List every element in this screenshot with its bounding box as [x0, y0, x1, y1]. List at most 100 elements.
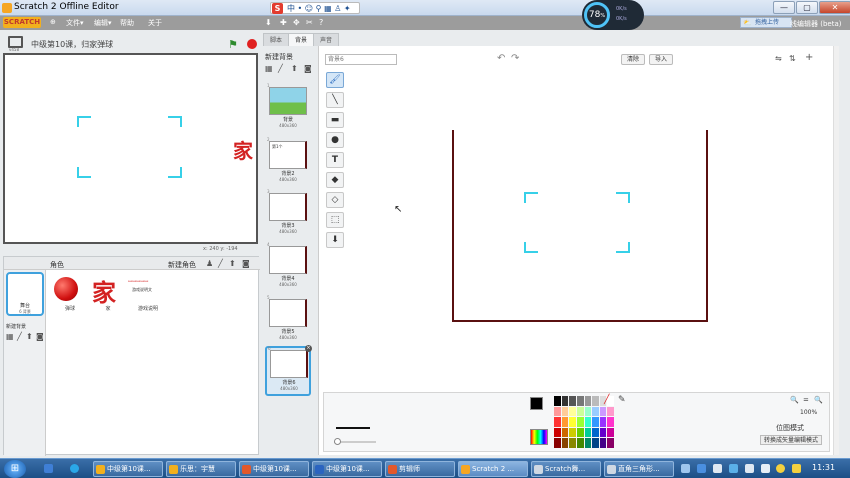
- maximize-button[interactable]: ▢: [796, 1, 818, 14]
- tray-icon[interactable]: [713, 464, 722, 473]
- set-center-icon[interactable]: +: [805, 52, 813, 63]
- taskbar-item[interactable]: 中级第10课...: [93, 461, 163, 477]
- palette-swatch[interactable]: [561, 417, 569, 427]
- help-icon[interactable]: ?: [319, 18, 323, 27]
- palette-swatch[interactable]: [576, 427, 584, 438]
- clock[interactable]: 11:31: [812, 463, 835, 472]
- taskbar-item[interactable]: 直角三角形...: [604, 461, 674, 477]
- paint-backdrop-icon[interactable]: ╱: [278, 64, 283, 73]
- paint-sprite-icon[interactable]: ╱: [218, 259, 223, 268]
- taskbar-item[interactable]: Scratch舞...: [531, 461, 601, 477]
- palette-swatch[interactable]: [584, 427, 592, 438]
- tab-scripts[interactable]: 脚本: [263, 33, 290, 46]
- menu-about[interactable]: 关于: [148, 18, 162, 28]
- primary-color-swatch[interactable]: [530, 397, 543, 410]
- slider-knob[interactable]: [334, 438, 341, 445]
- stroke-width-slider[interactable]: [334, 438, 376, 445]
- fill-tool[interactable]: ◆: [326, 172, 344, 188]
- text-tool[interactable]: T: [326, 152, 344, 168]
- redo-button[interactable]: ↷: [511, 53, 519, 64]
- backdrop-library-icon[interactable]: ▦: [6, 332, 14, 341]
- paint-canvas[interactable]: [452, 130, 708, 322]
- palette-swatch[interactable]: [569, 417, 576, 427]
- palette-swatch[interactable]: [561, 438, 569, 448]
- palette-swatch[interactable]: [569, 396, 576, 406]
- palette-swatch[interactable]: [554, 438, 561, 448]
- drag-upload-button[interactable]: ⛅ 拖拽上传: [740, 17, 792, 28]
- backdrop-item[interactable]: 4 背景4 480x360: [265, 242, 311, 293]
- palette-swatch[interactable]: [607, 438, 614, 448]
- project-title[interactable]: 中级第10课，归家弹球: [31, 39, 113, 50]
- stage-thumbnail[interactable]: 舞台 6 背景: [6, 272, 44, 316]
- color-spectrum[interactable]: [530, 429, 548, 445]
- backdrop-name-input[interactable]: 背景6: [325, 54, 397, 65]
- sprite-library-icon[interactable]: ♟: [206, 259, 213, 268]
- upload-backdrop-icon[interactable]: ⬆: [26, 332, 33, 341]
- palette-swatch[interactable]: [607, 417, 614, 427]
- home-sprite[interactable]: 家: [233, 135, 253, 164]
- upload-sprite-icon[interactable]: ⬆: [229, 259, 236, 268]
- minimize-button[interactable]: —: [773, 1, 795, 14]
- zoom-in-icon[interactable]: 🔍: [814, 396, 823, 404]
- palette-swatch[interactable]: [576, 396, 584, 406]
- palette-swatch[interactable]: [554, 427, 561, 438]
- menu-edit[interactable]: 编辑▾: [94, 18, 112, 28]
- palette-swatch[interactable]: [584, 438, 592, 448]
- taskbar-item[interactable]: 乐思：宇慧: [166, 461, 236, 477]
- menu-file[interactable]: 文件▾: [66, 18, 84, 28]
- palette-swatch[interactable]: [592, 396, 599, 406]
- zoom-reset-button[interactable]: =: [803, 396, 809, 404]
- palette-swatch[interactable]: [584, 406, 592, 417]
- paint-backdrop-icon[interactable]: ╱: [17, 332, 22, 341]
- palette-swatch[interactable]: [592, 427, 599, 438]
- no-color-icon[interactable]: ╱: [604, 395, 609, 405]
- upload-backdrop-icon[interactable]: ⬆: [291, 64, 298, 73]
- select-tool[interactable]: ⬚: [326, 212, 344, 228]
- grow-icon[interactable]: ✥: [293, 18, 300, 27]
- palette-swatch[interactable]: [607, 427, 614, 438]
- backdrop-item-selected[interactable]: 6 背景6 480x360 ×: [265, 345, 312, 396]
- palette-swatch[interactable]: [576, 417, 584, 427]
- backdrop-library-icon[interactable]: ▦: [265, 64, 273, 73]
- taskbar-item[interactable]: 剪辑师: [385, 461, 455, 477]
- backdrop-item[interactable]: 5 背景5 480x360: [265, 295, 311, 346]
- backdrop-item[interactable]: 3 背景3 480x360: [265, 189, 311, 240]
- palette-swatch[interactable]: [592, 438, 599, 448]
- palette-swatch[interactable]: [561, 396, 569, 406]
- stage[interactable]: 家: [3, 53, 258, 244]
- zoom-out-icon[interactable]: 🔍: [790, 396, 799, 404]
- vertical-scrollbar[interactable]: [833, 46, 839, 455]
- camera-backdrop-icon[interactable]: ◙: [36, 332, 44, 341]
- sogou-icon[interactable]: S: [272, 3, 283, 14]
- palette-swatch[interactable]: [592, 417, 599, 427]
- palette-swatch[interactable]: [561, 427, 569, 438]
- backdrop-item[interactable]: 1 背景 480x360: [265, 83, 311, 134]
- palette-swatch[interactable]: [576, 406, 584, 417]
- delete-backdrop-button[interactable]: ×: [305, 345, 312, 352]
- camera-icon[interactable]: ◙: [304, 64, 312, 73]
- green-flag-icon[interactable]: ⚑: [228, 38, 238, 51]
- palette-swatch[interactable]: [599, 406, 607, 417]
- palette-swatch[interactable]: [592, 406, 599, 417]
- eraser-tool[interactable]: ◇: [326, 192, 344, 208]
- sprite-ball[interactable]: 弹球: [50, 273, 90, 313]
- palette-swatch[interactable]: [561, 406, 569, 417]
- undo-button[interactable]: ↶: [497, 53, 505, 64]
- palette-swatch[interactable]: [576, 438, 584, 448]
- eyedropper-icon[interactable]: ✎: [618, 395, 626, 405]
- desktop-icon[interactable]: [44, 464, 53, 473]
- import-button[interactable]: 导入: [649, 54, 674, 65]
- line-tool[interactable]: ╲: [326, 92, 344, 108]
- palette-swatch[interactable]: [569, 406, 576, 417]
- backdrop-item[interactable]: 2 第1个 背景2 480x360: [265, 137, 311, 188]
- palette-swatch[interactable]: [607, 406, 614, 417]
- taskbar-item[interactable]: 中级第10课...: [312, 461, 382, 477]
- menu-help[interactable]: 帮助: [120, 18, 134, 28]
- palette-swatch[interactable]: [599, 438, 607, 448]
- tray-icon[interactable]: [776, 464, 785, 473]
- palette-swatch[interactable]: [569, 427, 576, 438]
- sprite-home[interactable]: 家 家: [88, 273, 128, 313]
- tray-icon[interactable]: [697, 464, 706, 473]
- palette-swatch[interactable]: [584, 396, 592, 406]
- tray-icon[interactable]: [681, 464, 690, 473]
